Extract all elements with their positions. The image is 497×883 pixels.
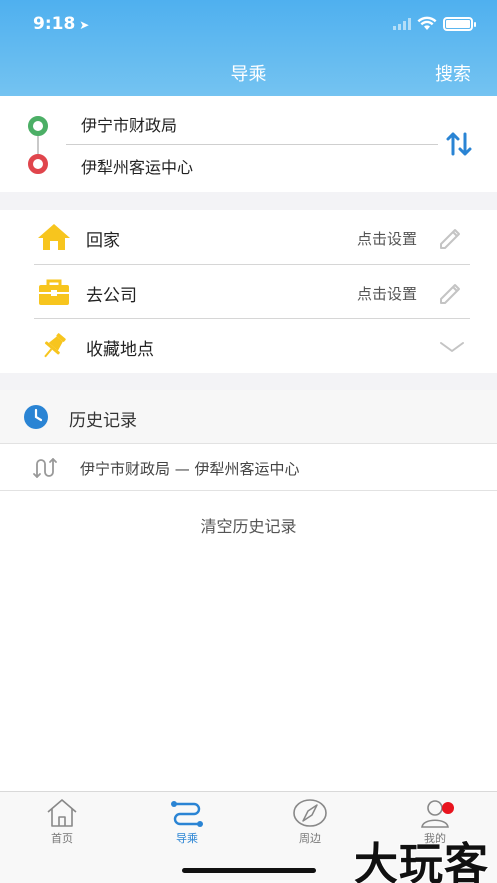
wifi-icon	[417, 16, 437, 31]
route-card: 伊宁市财政局 伊犁州客运中心	[0, 96, 497, 192]
place-row-home[interactable]: 回家 点击设置	[0, 210, 497, 264]
location-arrow-icon: ➤	[79, 18, 90, 32]
status-icons	[393, 16, 476, 31]
history-item[interactable]: 伊宁市财政局 — 伊犁州客运中心	[0, 443, 497, 491]
pin-icon	[36, 331, 72, 361]
signal-icon	[393, 17, 411, 30]
briefcase-icon	[36, 277, 72, 307]
route-divider	[66, 144, 438, 145]
clock-icon	[24, 405, 48, 429]
tab-label: 首页	[51, 832, 73, 845]
tab-nearby[interactable]: 周边	[265, 798, 355, 846]
status-time: 9:18 ➤	[33, 14, 90, 34]
place-label: 回家	[86, 231, 120, 251]
places-card: 回家 点击设置 去公司 点击设置 收藏地点	[0, 210, 497, 373]
chevron-down-icon[interactable]	[439, 339, 465, 353]
route-icon	[171, 801, 203, 827]
notification-badge	[442, 802, 454, 814]
history-item-text: 伊宁市财政局 — 伊犁州客运中心	[80, 460, 300, 478]
home-icon	[36, 222, 72, 252]
set-company-link[interactable]: 点击设置	[357, 283, 417, 304]
history-footer: 清空历史记录	[0, 491, 497, 791]
history-header: 历史记录	[0, 390, 497, 443]
tab-home[interactable]: 首页	[17, 798, 107, 846]
route-history-icon	[32, 457, 58, 479]
battery-icon	[443, 16, 476, 31]
compass-icon	[293, 799, 327, 827]
page-title: 导乘	[230, 64, 267, 85]
start-dot-icon	[28, 116, 48, 136]
place-label: 去公司	[86, 286, 137, 306]
route-to-field[interactable]: 伊犁州客运中心	[81, 154, 193, 178]
tab-guide[interactable]: 导乘	[142, 798, 232, 846]
watermark: 大玩客	[353, 838, 489, 883]
route-from-field[interactable]: 伊宁市财政局	[81, 112, 177, 136]
place-row-favorites[interactable]: 收藏地点	[0, 319, 497, 373]
set-home-link[interactable]: 点击设置	[357, 228, 417, 249]
clear-history-button[interactable]: 清空历史记录	[0, 513, 497, 537]
home-indicator	[182, 868, 316, 873]
tab-label: 导乘	[176, 832, 198, 845]
edit-icon[interactable]	[437, 279, 463, 305]
end-dot-icon	[28, 154, 48, 174]
home-outline-icon	[47, 799, 77, 827]
header: 9:18 ➤ 导乘 搜索	[0, 0, 497, 96]
place-row-company[interactable]: 去公司 点击设置	[0, 265, 497, 319]
search-button[interactable]: 搜索	[435, 60, 471, 86]
edit-icon[interactable]	[437, 224, 463, 250]
route-connector	[37, 136, 39, 154]
tab-label: 周边	[299, 832, 321, 845]
swap-icon[interactable]	[445, 130, 473, 158]
place-label: 收藏地点	[86, 340, 154, 360]
history-title: 历史记录	[69, 411, 137, 431]
route-markers	[28, 116, 48, 176]
